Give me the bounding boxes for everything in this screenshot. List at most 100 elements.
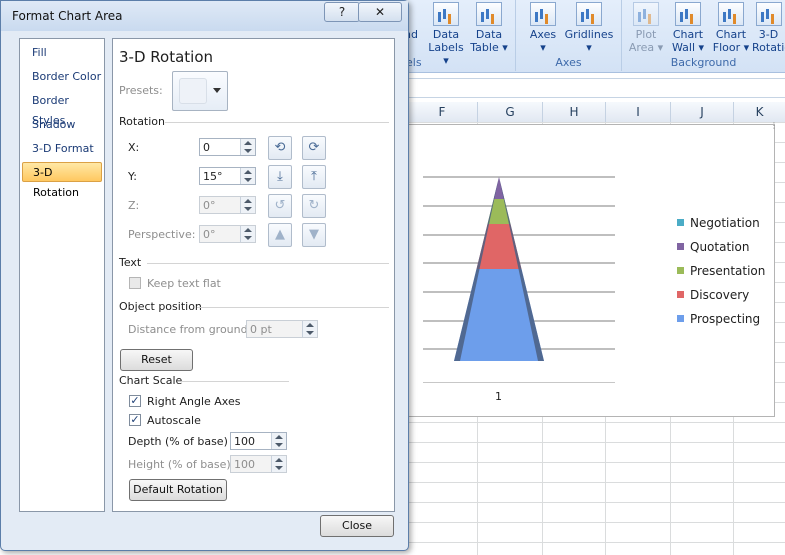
ribbon-button-label: Table ▾ xyxy=(470,41,508,54)
tilt-up-icon: ⤒ xyxy=(311,169,317,184)
autoscale-label: Autoscale xyxy=(147,414,201,427)
chart-wall-icon xyxy=(675,2,701,26)
legend-entry[interactable]: Quotation xyxy=(677,240,749,254)
section-divider xyxy=(147,263,389,264)
x-rotation-stepper[interactable]: 0 xyxy=(199,138,256,156)
column-header-g[interactable]: G xyxy=(478,102,543,122)
stepper-arrows[interactable] xyxy=(240,226,255,242)
presets-dropdown[interactable] xyxy=(172,71,228,111)
legend-swatch xyxy=(677,291,684,298)
depth-value: 100 xyxy=(234,435,255,448)
y-rotation-stepper[interactable]: 15° xyxy=(199,167,256,185)
legend-swatch xyxy=(677,267,684,274)
keep-text-flat-checkbox[interactable] xyxy=(129,277,141,289)
rotate-left-button[interactable]: ⟲ xyxy=(268,136,292,160)
3d-rotation-button[interactable]: 3-D Rotatio xyxy=(752,0,785,54)
keep-text-flat-label: Keep text flat xyxy=(147,277,221,290)
z-rotation-stepper[interactable]: 0° xyxy=(199,196,256,214)
default-rotation-button[interactable]: Default Rotation xyxy=(129,479,227,501)
stepper-arrows[interactable] xyxy=(271,433,286,449)
close-window-button[interactable]: ✕ xyxy=(358,2,402,22)
stepper-arrows[interactable] xyxy=(240,139,255,155)
legend-entry[interactable]: Negotiation xyxy=(677,216,760,230)
depth-label: Depth (% of base) xyxy=(128,435,228,448)
nav-item-fill[interactable]: Fill xyxy=(22,43,102,63)
y-rotation-value: 15° xyxy=(203,170,223,183)
data-labels-button[interactable]: Data Labels ▾ xyxy=(424,0,468,67)
close-button[interactable]: Close xyxy=(320,515,394,537)
autoscale-checkbox[interactable]: ✓ xyxy=(129,414,141,426)
rotate-clockwise-button[interactable]: ↻ xyxy=(302,194,326,218)
ribbon-button-label: Gridlines xyxy=(564,28,614,41)
tilt-down-icon: ⤓ xyxy=(277,169,283,184)
ribbon-button-label: Rotatio xyxy=(752,41,785,54)
stepper-arrows[interactable] xyxy=(240,197,255,213)
text-section-label: Text xyxy=(119,256,142,269)
column-header-k[interactable]: K xyxy=(734,102,785,122)
height-stepper[interactable]: 100 xyxy=(230,455,287,473)
stepper-arrows[interactable] xyxy=(240,168,255,184)
chart-area[interactable]: 1 Negotiation Quotation Presentation Discov… xyxy=(380,121,778,417)
nav-item-3d-rotation[interactable]: 3-D Rotation xyxy=(22,162,102,199)
chart-scale-section-label: Chart Scale xyxy=(119,374,183,387)
stepper-arrows[interactable] xyxy=(271,456,286,472)
nav-item-border-styles[interactable]: Border Styles xyxy=(22,91,102,127)
preset-preview xyxy=(179,78,207,104)
gridlines-button[interactable]: Gridlines ▾ xyxy=(562,0,616,54)
right-angle-axes-label: Right Angle Axes xyxy=(147,395,241,408)
perspective-label: Perspective: xyxy=(128,228,196,241)
ribbon-button-label: Chart xyxy=(715,28,747,41)
nav-item-3d-format[interactable]: 3-D Format xyxy=(22,139,102,159)
section-divider xyxy=(197,307,389,308)
rotate-right-button[interactable]: ⟳ xyxy=(302,136,326,160)
rotation-section-label: Rotation xyxy=(119,115,166,128)
stepper-arrows[interactable] xyxy=(302,321,317,337)
height-label: Height (% of base) xyxy=(128,458,231,471)
resize-handle[interactable]: ⋮ xyxy=(770,121,778,130)
right-angle-axes-checkbox[interactable]: ✓ xyxy=(129,395,141,407)
section-divider xyxy=(165,122,389,123)
axes-button[interactable]: Axes ▾ xyxy=(524,0,562,54)
legend-entry[interactable]: Presentation xyxy=(677,264,765,278)
rotate-counterclockwise-button[interactable]: ↺ xyxy=(268,194,292,218)
perspective-stepper[interactable]: 0° xyxy=(199,225,256,243)
data-table-icon xyxy=(476,2,502,26)
depth-stepper[interactable]: 100 xyxy=(230,432,287,450)
chart-wall-button[interactable]: Chart Wall ▾ xyxy=(668,0,708,54)
column-header-h[interactable]: H xyxy=(543,102,606,122)
tilt-down-button[interactable]: ⤓ xyxy=(268,165,292,189)
column-header-f[interactable]: F xyxy=(407,102,478,122)
gridlines-icon xyxy=(576,2,602,26)
nav-item-shadow[interactable]: Shadow xyxy=(22,115,102,135)
legend-swatch xyxy=(677,219,684,226)
legend-label: Negotiation xyxy=(690,216,760,230)
legend-swatch xyxy=(677,315,684,322)
data-table-button[interactable]: Data Table ▾ xyxy=(468,0,510,54)
reset-button[interactable]: Reset xyxy=(120,349,193,371)
chart-floor-button[interactable]: Chart Floor ▾ xyxy=(710,0,752,54)
ribbon-button-label: Axes xyxy=(529,28,557,41)
column-header-i[interactable]: I xyxy=(606,102,671,122)
y-rotation-label: Y: xyxy=(128,170,137,183)
legend-entry[interactable]: Prospecting xyxy=(677,312,760,326)
rotate-left-icon: ⟲ xyxy=(274,140,286,155)
column-header-j[interactable]: J xyxy=(671,102,734,122)
narrow-field-button[interactable]: ▲ xyxy=(268,223,292,247)
ribbon-button-label: Wall ▾ xyxy=(671,41,705,54)
pyramid-segment-quotation[interactable] xyxy=(493,177,505,199)
plot-area-button[interactable]: Plot Area ▾ xyxy=(626,0,666,54)
close-icon: ✕ xyxy=(374,5,386,19)
legend-entry[interactable]: Discovery xyxy=(677,288,749,302)
dialog-titlebar[interactable]: Format Chart Area ? ✕ xyxy=(1,1,408,31)
rotate-counterclockwise-icon: ↺ xyxy=(274,198,286,213)
z-rotation-label: Z: xyxy=(128,199,140,212)
ribbon-button-label: 3-D xyxy=(758,28,779,41)
tilt-up-button[interactable]: ⤒ xyxy=(302,165,326,189)
pyramid-plot-area[interactable] xyxy=(403,145,615,383)
panel-heading: 3-D Rotation xyxy=(119,48,214,66)
help-button[interactable]: ? xyxy=(324,2,360,22)
distance-from-ground-stepper[interactable]: 0 pt xyxy=(246,320,318,338)
nav-item-border-color[interactable]: Border Color xyxy=(22,67,102,87)
widen-field-button[interactable]: ▼ xyxy=(302,223,326,247)
ribbon-group-label: Axes xyxy=(555,56,582,69)
